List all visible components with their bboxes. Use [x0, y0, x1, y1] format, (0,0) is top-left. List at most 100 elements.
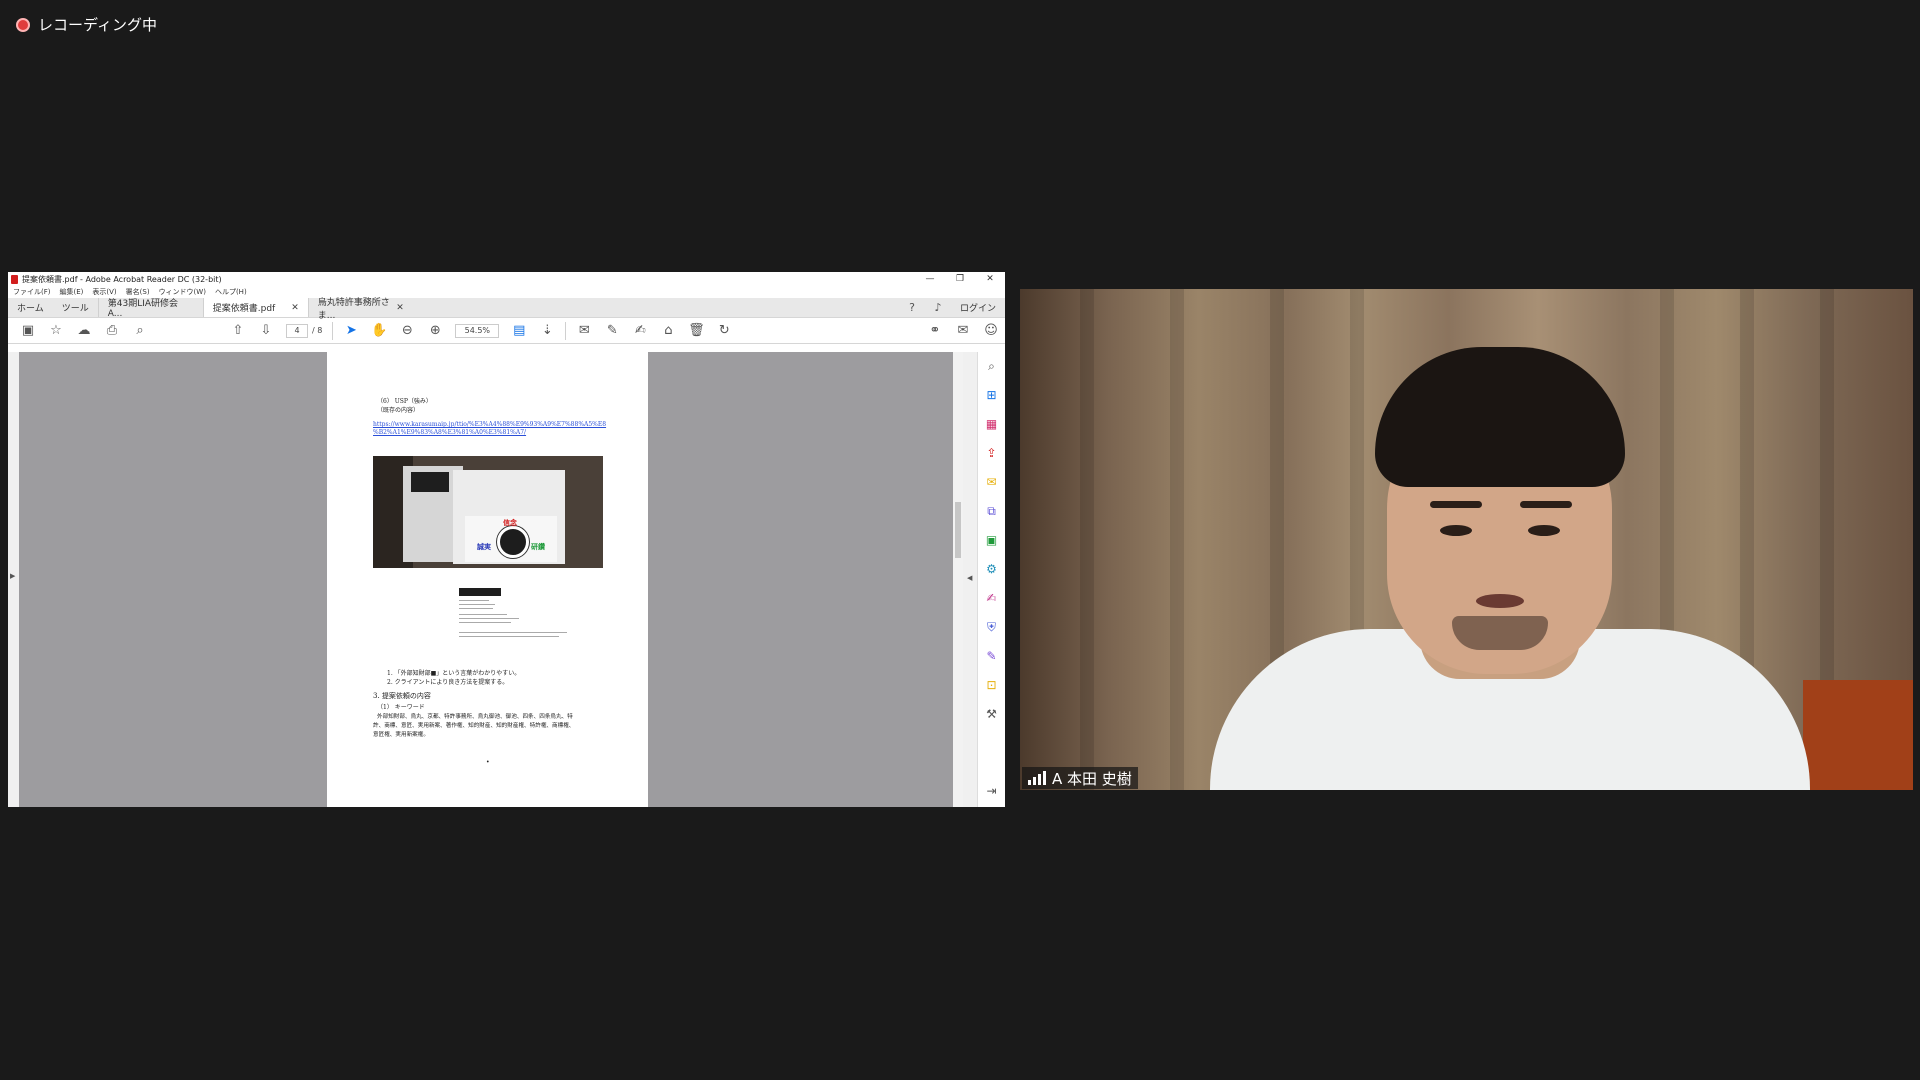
- export-pdf-icon[interactable]: ⇪: [986, 445, 996, 462]
- pdf-section-title: 3. 提案依頼の内容: [373, 692, 431, 700]
- link-icon[interactable]: ⚭: [921, 323, 949, 338]
- scroll-mode-icon[interactable]: ⇣: [533, 323, 561, 338]
- photo-label-top: 信念: [503, 518, 517, 527]
- pdf-page-marker: •: [486, 759, 490, 766]
- zoom-out-icon[interactable]: ⊖: [393, 323, 421, 338]
- left-pane-toggle[interactable]: ▶: [8, 352, 19, 807]
- fill-sign-icon[interactable]: ✍: [986, 590, 996, 607]
- pdf-page: （6） USP（強み） （既存の内容） https://www.karasuma…: [327, 352, 648, 807]
- tab-doc-2-label: 提案依頼書.pdf: [212, 304, 276, 314]
- search-tool-icon[interactable]: ⌕: [988, 358, 995, 375]
- mail-icon[interactable]: ✉: [949, 323, 977, 338]
- document-area: ▶ （6） USP（強み） （既存の内容） https://www.karasu…: [8, 352, 1005, 807]
- pdf-heading: （6） USP（強み）: [377, 398, 432, 405]
- stamp-icon[interactable]: ⌂: [654, 323, 682, 338]
- tab-home[interactable]: ホーム: [8, 298, 53, 317]
- menu-file[interactable]: ファイル(F): [13, 287, 51, 297]
- delete-icon[interactable]: 🗑: [682, 323, 710, 338]
- tab-doc-1[interactable]: 第43期LIA研修会 A...: [97, 298, 203, 319]
- signal-strength-icon: [1028, 771, 1046, 785]
- tab-doc-2[interactable]: 提案依頼書.pdf ✕: [202, 298, 308, 317]
- pdf-subheading: （既存の内容）: [377, 407, 420, 414]
- window-title: 提案依頼書.pdf - Adobe Acrobat Reader DC (32-…: [22, 274, 222, 284]
- collapse-right-icon[interactable]: ◀: [967, 574, 972, 582]
- participant-name-tag: A 本田 史樹: [1022, 767, 1138, 789]
- collapse-pane-icon[interactable]: ⇥: [986, 783, 996, 800]
- zoom-in-icon[interactable]: ⊕: [421, 323, 449, 338]
- share-user-icon[interactable]: ☺: [977, 323, 1005, 338]
- recording-label: レコーディング中: [38, 16, 157, 34]
- draw-icon[interactable]: ✍: [626, 323, 654, 338]
- more-tools-icon[interactable]: ⚒: [986, 706, 997, 723]
- acrobat-window: 提案依頼書.pdf - Adobe Acrobat Reader DC (32-…: [8, 272, 1005, 807]
- minimize-button[interactable]: —: [915, 274, 945, 284]
- pdf-bullet-1: 1. 「外部知財部■」という言葉がわかりやすい。: [387, 670, 521, 677]
- pdf-link-line-1[interactable]: https://www.karasumaip.jp/ttio/%E3%A4%88…: [373, 421, 606, 428]
- recording-icon: [16, 17, 30, 32]
- photo-label-left: 誠実: [477, 542, 491, 551]
- business-card-image: [459, 588, 571, 644]
- participant-name: A 本田 史樹: [1052, 769, 1132, 788]
- page-number-input[interactable]: 4: [286, 323, 308, 338]
- save-icon[interactable]: ▣: [14, 323, 42, 338]
- help-icon[interactable]: ?: [899, 298, 925, 317]
- tab-doc-3-label: 烏丸特許事務所さま...: [317, 297, 390, 321]
- participant-video: A 本田 史樹: [1020, 289, 1913, 790]
- comment-tool-icon[interactable]: ✉: [986, 474, 996, 491]
- create-pdf-icon[interactable]: ⊞: [986, 387, 996, 404]
- login-button[interactable]: ログイン: [951, 298, 1005, 317]
- close-button[interactable]: ✕: [975, 274, 1005, 284]
- organize-pages-icon[interactable]: ▦: [986, 416, 997, 433]
- website-screenshot-image: 誠実 信念 研鑽: [373, 456, 603, 568]
- zoom-select[interactable]: 54.5%: [455, 323, 500, 338]
- photo-label-right: 研鑽: [531, 542, 545, 551]
- rotate-icon[interactable]: ↻: [710, 323, 738, 338]
- highlight-icon[interactable]: ✎: [598, 323, 626, 338]
- search-icon[interactable]: ⌕: [126, 323, 154, 338]
- page-navigator: 4 / 8: [286, 323, 323, 338]
- family-crest-icon: [497, 526, 529, 558]
- hand-icon[interactable]: ✋: [365, 323, 393, 338]
- pdf-bullet-2: 2. クライアントにより良き方法を提案する。: [387, 679, 509, 686]
- pdf-link-line-2[interactable]: %B2%A1%E9%83%A8%E3%81%A0%E3%81%A7/: [373, 429, 526, 436]
- pdf-keywords-line-3: 意匠権、実用新案権。: [373, 732, 429, 738]
- print-icon[interactable]: ⎙: [98, 323, 126, 338]
- page-total: / 8: [312, 326, 323, 335]
- arrow-down-icon[interactable]: ⇩: [252, 323, 280, 338]
- menu-edit[interactable]: 編集(E): [60, 287, 84, 297]
- bell-icon[interactable]: ♪: [925, 298, 951, 317]
- tab-doc-1-label: 第43期LIA研修会 A...: [107, 299, 179, 319]
- tab-doc-3[interactable]: 烏丸特許事務所さま... ✕: [307, 298, 413, 321]
- pdf-subsection-title: （1） キーワード: [377, 704, 425, 711]
- restore-button[interactable]: ❐: [945, 274, 975, 284]
- edit-pdf-icon[interactable]: ▣: [986, 532, 997, 549]
- title-bar: 提案依頼書.pdf - Adobe Acrobat Reader DC (32-…: [8, 272, 1005, 286]
- arrow-up-icon[interactable]: ⇧: [224, 323, 252, 338]
- star-icon[interactable]: ☆: [42, 323, 70, 338]
- page-fit-icon[interactable]: ▤: [505, 323, 533, 338]
- scrollbar-thumb[interactable]: [955, 502, 961, 558]
- expand-left-icon[interactable]: ▶: [10, 572, 15, 580]
- scan-ocr-icon[interactable]: ⚙: [986, 561, 997, 578]
- tools-pane: ⌕ ⊞ ▦ ⇪ ✉ ⧉ ▣ ⚙ ✍ ⛨ ✎ ⊡ ⚒ ⇥: [977, 352, 1005, 807]
- tab-bar: ホーム ツール 第43期LIA研修会 A... 提案依頼書.pdf ✕ 烏丸特許…: [8, 298, 1005, 321]
- protect-icon[interactable]: ⛨: [987, 619, 996, 636]
- vertical-scrollbar[interactable]: [953, 352, 963, 807]
- upload-icon[interactable]: ☁: [70, 323, 98, 338]
- comment-icon[interactable]: ✉: [570, 323, 598, 338]
- tab-tools[interactable]: ツール: [53, 298, 98, 317]
- pdf-keywords-line-1: 外部知財部、烏丸、京都、特許事務所、烏丸御池、御池、四条、四条烏丸、特: [377, 714, 573, 720]
- pdf-keywords-line-2: 許、商標、意匠、実用新案、著作権、知的財産、知的財産権、特許権、商標権、: [373, 723, 575, 729]
- pdf-viewer[interactable]: （6） USP（強み） （既存の内容） https://www.karasuma…: [19, 352, 953, 807]
- right-pane-toggle[interactable]: ◀: [963, 352, 977, 807]
- close-tab-icon[interactable]: ✕: [396, 303, 404, 313]
- pdf-icon: [11, 274, 18, 284]
- close-tab-icon[interactable]: ✕: [291, 303, 299, 313]
- combine-files-icon[interactable]: ⧉: [987, 503, 996, 520]
- request-signature-icon[interactable]: ✎: [986, 648, 996, 665]
- send-file-icon[interactable]: ⊡: [986, 677, 996, 694]
- toolbar: ▣ ☆ ☁ ⎙ ⌕ ⇧ ⇩ 4 / 8 ➤ ✋ ⊖ ⊕ 54.5% ▤ ⇣ ✉ …: [8, 318, 1005, 344]
- cursor-icon[interactable]: ➤: [337, 323, 365, 338]
- menu-help[interactable]: ヘルプ(H): [215, 287, 247, 297]
- recording-indicator: レコーディング中: [16, 14, 157, 35]
